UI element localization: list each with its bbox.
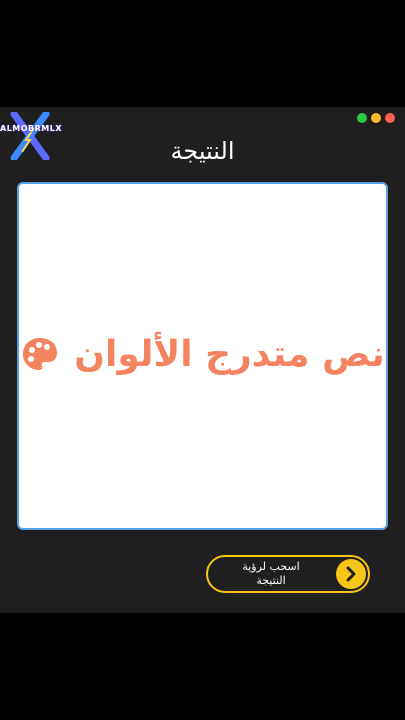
window-controls xyxy=(357,113,395,123)
swipe-label-line2: النتيجة xyxy=(256,574,286,587)
logo-text: ALMOBRMLX xyxy=(0,124,63,133)
minimize-dot[interactable] xyxy=(371,113,381,123)
maximize-dot[interactable] xyxy=(357,113,367,123)
swipe-label-line1: اسحب لرؤية xyxy=(242,560,300,573)
result-card: نص متدرج الألوان xyxy=(17,182,388,530)
swipe-handle[interactable] xyxy=(336,559,366,589)
close-dot[interactable] xyxy=(385,113,395,123)
chevron-right-icon xyxy=(346,566,356,582)
palette-icon xyxy=(23,338,58,370)
swipe-to-reveal-button[interactable]: اسحب لرؤية النتيجة xyxy=(206,555,370,593)
page-title: النتيجة xyxy=(170,137,235,165)
result-line: نص متدرج الألوان xyxy=(19,329,386,379)
result-text: نص متدرج الألوان xyxy=(74,333,385,375)
swipe-label: اسحب لرؤية النتيجة xyxy=(214,560,328,588)
app-window: ALMOBRMLX النتيجة نص متدرج الألوان اسحب … xyxy=(0,107,405,613)
